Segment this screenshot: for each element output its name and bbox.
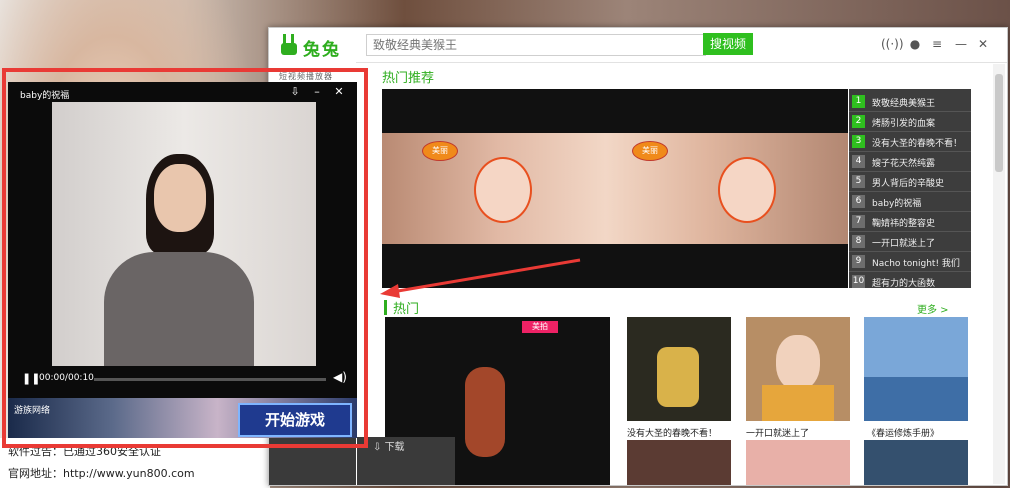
annotation-arrow (380, 258, 581, 298)
